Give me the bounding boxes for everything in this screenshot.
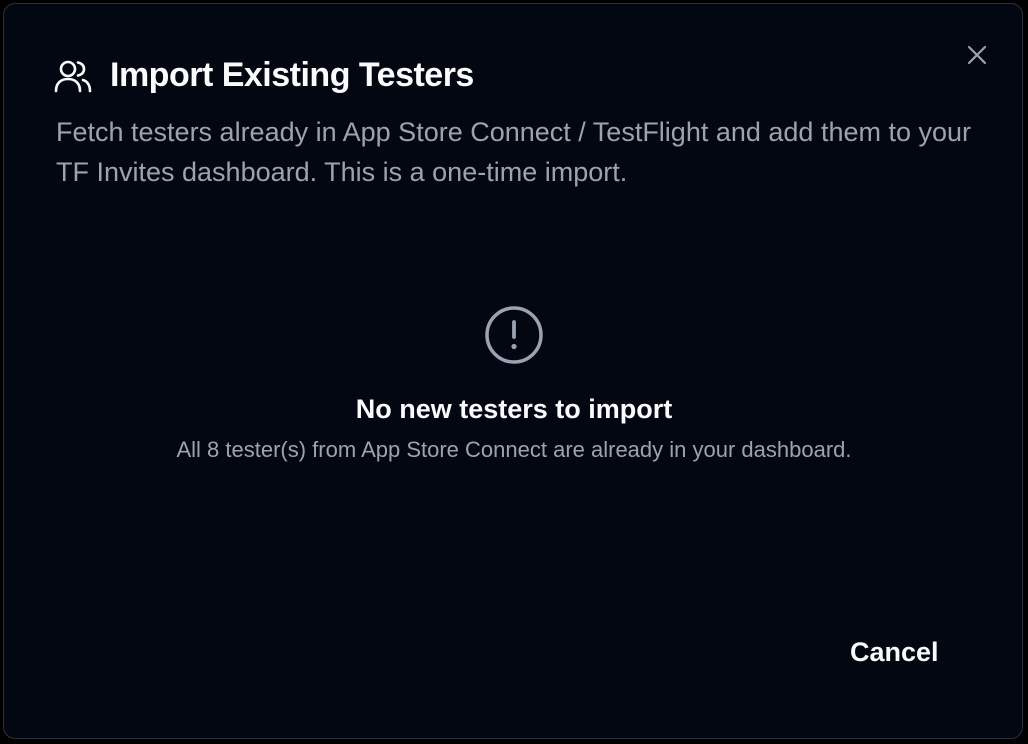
empty-state: No new testers to import All 8 tester(s)… <box>4 304 1024 463</box>
dialog-description: Fetch testers already in App Store Conne… <box>56 117 972 187</box>
import-testers-dialog: Import Existing Testers Fetch testers al… <box>3 3 1023 739</box>
alert-circle-icon <box>485 306 543 364</box>
close-icon <box>967 45 987 65</box>
empty-state-subtitle: All 8 tester(s) from App Store Connect a… <box>176 437 852 462</box>
dialog-header: Import Existing Testers <box>54 56 474 95</box>
users-icon <box>54 60 92 92</box>
empty-state-title: No new testers to import <box>355 394 673 424</box>
cancel-button[interactable]: Cancel <box>834 628 955 676</box>
dialog-title: Import Existing Testers <box>110 56 474 94</box>
close-button[interactable] <box>962 40 992 70</box>
